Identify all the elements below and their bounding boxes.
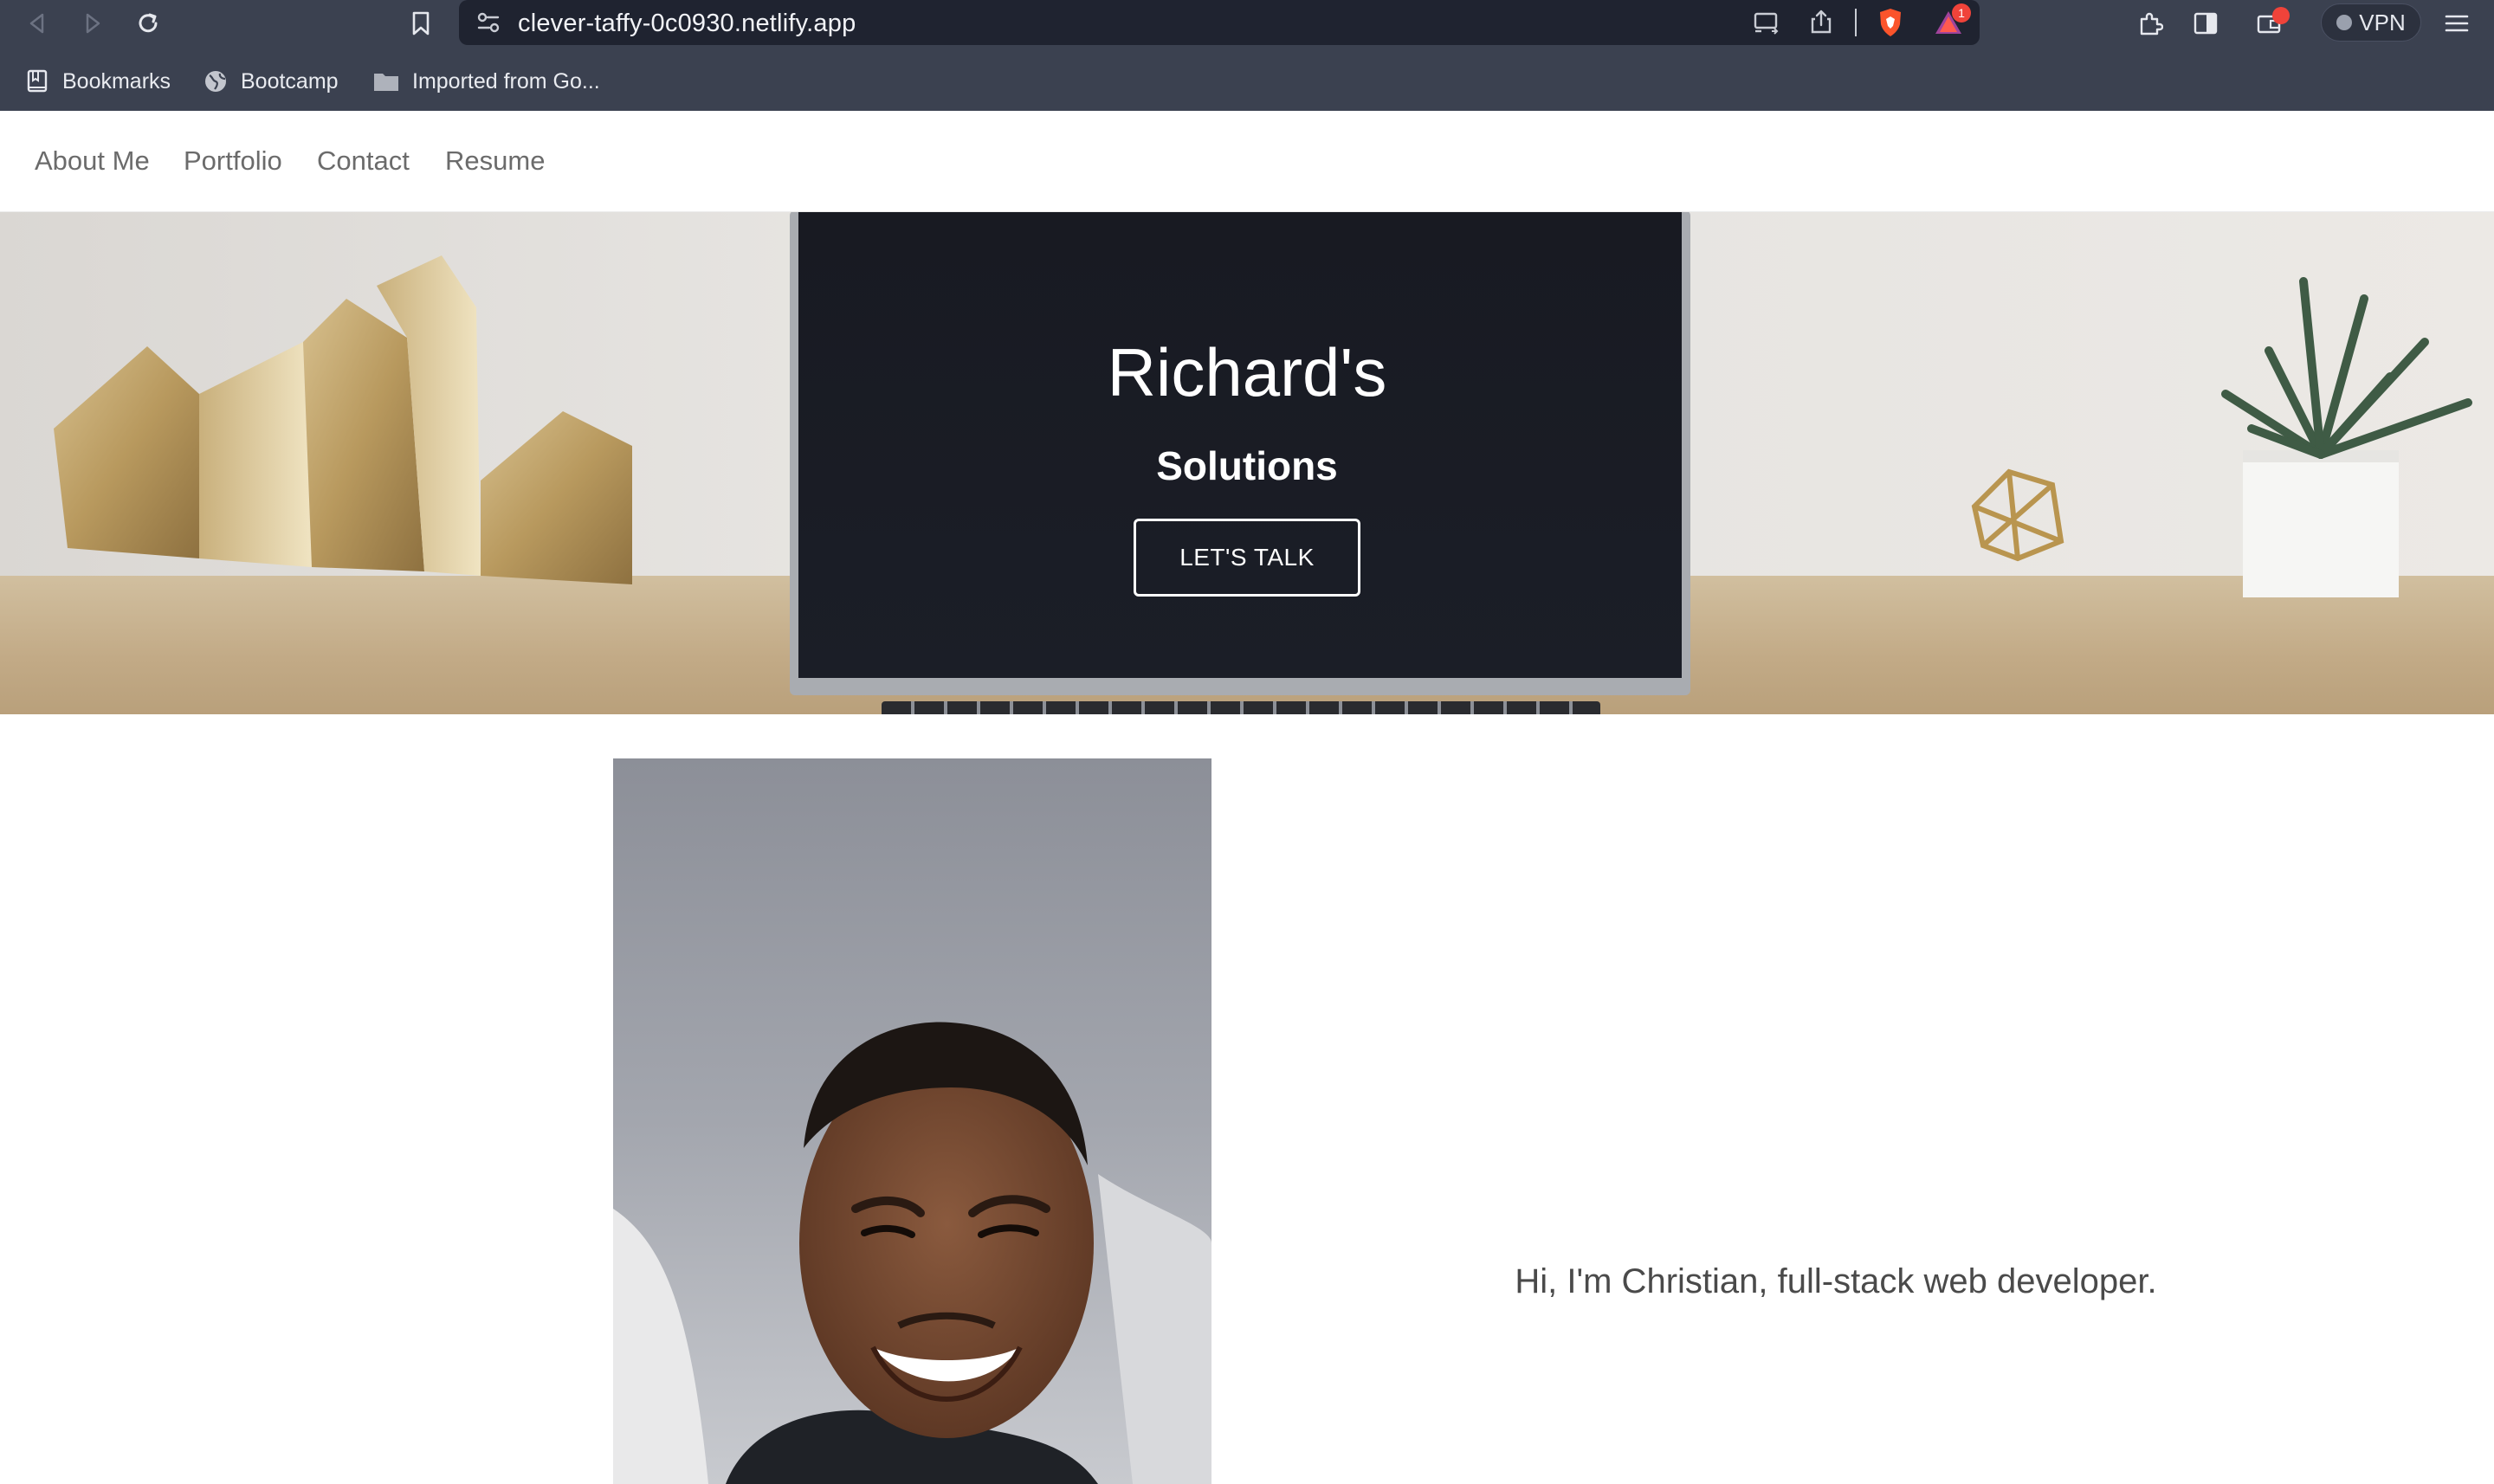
site-settings-icon[interactable] — [476, 11, 501, 38]
forward-icon — [86, 13, 100, 34]
bookmark-icon — [412, 11, 430, 35]
menu-button[interactable] — [2439, 5, 2475, 42]
rewards-badge: 1 — [1952, 3, 1971, 23]
bookmarks-book-icon — [27, 69, 48, 93]
folder-icon — [374, 74, 398, 91]
bookmark-page-button[interactable] — [403, 5, 439, 42]
nav-link-about-me[interactable]: About Me — [35, 145, 150, 177]
sidebar-button[interactable] — [2187, 5, 2224, 42]
globe-icon — [205, 71, 226, 92]
back-button[interactable] — [19, 5, 55, 42]
hero-title: Richard's — [1107, 334, 1387, 410]
about-intro-text: Hi, I'm Christian, full-stack web develo… — [1515, 1262, 2157, 1300]
bookmark-label: Bookmarks — [62, 68, 171, 94]
address-bar[interactable]: clever-taffy-0c0930.netlify.app 1 — [459, 0, 1980, 45]
profile-photo — [613, 758, 1211, 1484]
extensions-button[interactable] — [2132, 5, 2168, 42]
bookmark-item-bookmarks[interactable]: Bookmarks — [24, 66, 171, 97]
menu-icon — [2445, 15, 2469, 32]
vpn-status-icon — [2336, 15, 2353, 30]
nav-link-contact[interactable]: Contact — [317, 145, 410, 177]
reload-button[interactable] — [130, 5, 166, 42]
bookmark-item-bootcamp[interactable]: Bootcamp — [203, 66, 339, 97]
site-navbar: About Me Portfolio Contact Resume — [0, 111, 2494, 212]
browser-toolbar: clever-taffy-0c0930.netlify.app 1 VPN — [0, 0, 2494, 47]
nav-link-resume[interactable]: Resume — [445, 145, 545, 177]
gold-ornament-image — [54, 255, 632, 584]
wallet-button[interactable] — [2252, 5, 2290, 42]
extensions-icon — [2140, 12, 2163, 35]
profile-photo-graphic — [613, 758, 1211, 1484]
brave-shields-icon[interactable] — [1876, 7, 1905, 42]
bookmarks-bar: Bookmarks Bootcamp Imported from Go... — [0, 57, 2494, 106]
bookmark-label: Bootcamp — [241, 68, 339, 94]
forward-button[interactable] — [74, 5, 111, 42]
toolbar-divider — [1855, 9, 1857, 36]
brave-rewards-icon[interactable]: 1 — [1933, 3, 1971, 41]
back-icon — [29, 13, 44, 34]
nav-link-portfolio[interactable]: Portfolio — [184, 145, 282, 177]
hero-banner: Richard's Solutions LET'S TALK — [0, 212, 2494, 714]
plant-decor-image — [1971, 277, 2472, 597]
lets-talk-button[interactable]: LET'S TALK — [1134, 519, 1360, 597]
browser-chrome: clever-taffy-0c0930.netlify.app 1 VPN Bo… — [0, 0, 2494, 111]
share-icon[interactable] — [1810, 9, 1832, 39]
cast-icon[interactable] — [1753, 10, 1780, 39]
bookmark-label: Imported from Go... — [412, 68, 600, 94]
bookmark-item-imported[interactable]: Imported from Go... — [372, 66, 600, 97]
sidebar-icon — [2194, 12, 2218, 35]
hero-subtitle: Solutions — [1156, 443, 1338, 488]
vpn-button[interactable]: VPN — [2321, 3, 2421, 42]
laptop-keyboard — [882, 701, 1600, 714]
wallet-notification-dot — [2272, 7, 2290, 24]
vpn-label: VPN — [2359, 9, 2406, 35]
reload-icon — [139, 13, 158, 33]
url-text[interactable]: clever-taffy-0c0930.netlify.app — [518, 10, 856, 38]
